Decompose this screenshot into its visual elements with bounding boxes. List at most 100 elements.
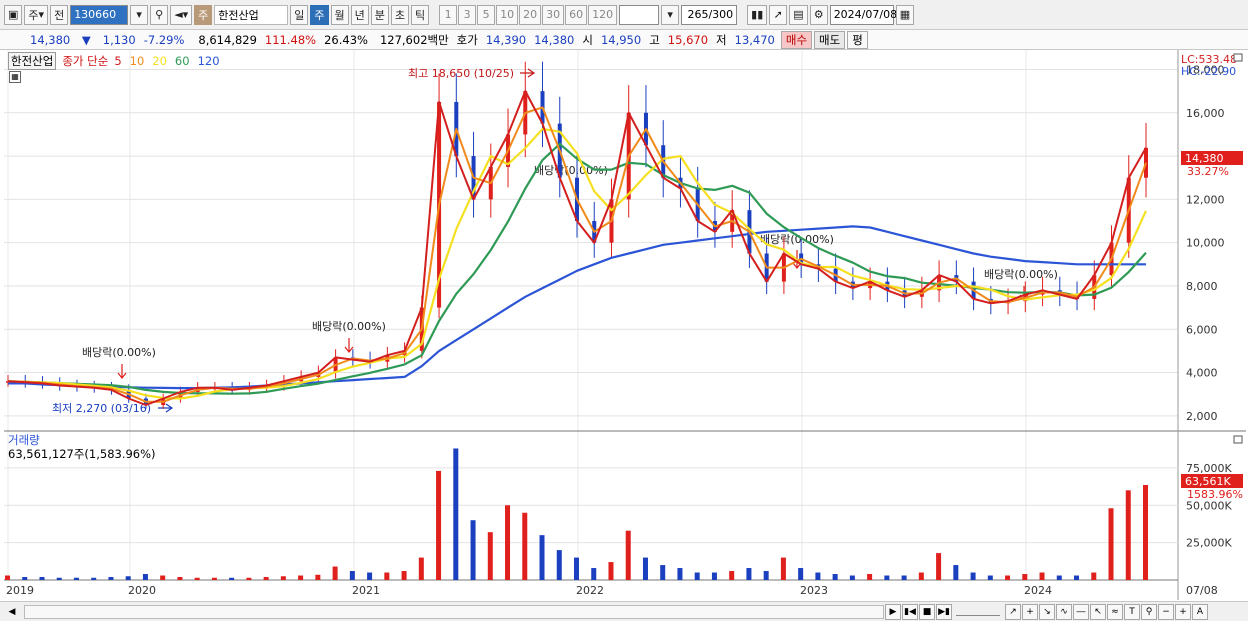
volume-bar: [1005, 575, 1011, 580]
hline-icon[interactable]: ―: [1073, 603, 1089, 620]
table-icon[interactable]: ▦: [9, 71, 21, 83]
scroll-right-icon[interactable]: ▶: [885, 603, 901, 620]
interval-tab[interactable]: 20: [519, 4, 542, 25]
x-last-label: 07/08: [1186, 584, 1218, 597]
price-pane-icon[interactable]: [1233, 53, 1243, 62]
eval-button[interactable]: 평: [847, 30, 868, 49]
zoom-slider[interactable]: [956, 608, 1000, 616]
window-icon[interactable]: ▣: [4, 4, 23, 25]
cursor-icon[interactable]: ↖: [1090, 603, 1106, 620]
speaker-icon[interactable]: ◄▾: [170, 4, 193, 25]
volume-title: 거래량: [8, 433, 40, 447]
volume-bar: [901, 575, 907, 580]
count-input[interactable]: 265/300: [681, 4, 738, 25]
dividend-annotation: 배당락(0.00%): [984, 268, 1058, 281]
plus-icon[interactable]: +: [1175, 603, 1191, 620]
price-value: 14,380: [30, 32, 71, 47]
calendar-icon[interactable]: ▦: [895, 4, 915, 25]
volume-bar: [884, 575, 890, 580]
volume-bar: [211, 577, 217, 580]
pane-close-icon[interactable]: [1233, 435, 1243, 444]
hc-label: HC:-22.90: [1181, 65, 1236, 78]
period-tab[interactable]: 틱: [411, 4, 430, 25]
candle-icon[interactable]: ▮▮: [747, 4, 768, 25]
period-tab[interactable]: 월: [330, 4, 349, 25]
bid2-value: 14,380: [534, 32, 575, 47]
interval-tab[interactable]: 1: [439, 4, 458, 25]
open-label: 시: [582, 32, 593, 47]
search-icon[interactable]: ⚲: [150, 4, 169, 25]
volume-bar: [91, 577, 97, 580]
first-icon[interactable]: ▮◀: [902, 603, 918, 620]
interval-dropdown-icon[interactable]: ▾: [661, 4, 680, 25]
scrollbar-track[interactable]: [24, 604, 884, 619]
font-icon[interactable]: A: [1192, 603, 1208, 620]
zoom-icon[interactable]: ⚲: [1141, 603, 1157, 620]
legend-ma-120: 120: [197, 54, 220, 68]
buy-button[interactable]: 매수: [780, 30, 813, 49]
interval-tab[interactable]: 3: [458, 4, 477, 25]
prev-button[interactable]: 전: [50, 4, 69, 25]
crosshair-icon[interactable]: +: [1022, 603, 1038, 620]
period-tab[interactable]: 일: [290, 4, 309, 25]
chart-svg[interactable]: 최고 18,650 (10/25) 최저 2,270 (03/16) 배당락(0.0…: [0, 50, 1248, 601]
market-select[interactable]: 주 ▾: [24, 4, 49, 25]
x-tick-label: 2019: [6, 584, 34, 597]
volume-bar: [591, 568, 597, 580]
price-tick-label: 12,000: [1186, 193, 1225, 206]
volume-bar: [436, 470, 442, 580]
save-icon[interactable]: ▤: [789, 4, 808, 25]
dividend-annotation: 배당락(0.00%): [312, 320, 386, 333]
last-icon[interactable]: ▶▮: [936, 603, 952, 620]
volume-bar: [780, 557, 786, 580]
volume-bar: [418, 557, 424, 580]
price-tick-label: 8,000: [1186, 280, 1218, 293]
dropdown-arrow-icon[interactable]: ▾: [130, 4, 149, 25]
volume-bar: [918, 572, 924, 580]
bid1-value: 14,390: [485, 32, 527, 47]
count-value: 265: [687, 8, 709, 21]
quote-price: 14,380 ▼: [0, 33, 99, 47]
volume-bar: [1143, 484, 1148, 580]
sell-button[interactable]: 매도: [814, 30, 846, 49]
legend-stock-name[interactable]: 한전산업: [8, 52, 57, 70]
interval-tab[interactable]: 5: [477, 4, 496, 25]
scroll-left-icon[interactable]: ◀: [4, 604, 20, 620]
volume-bar: [763, 571, 769, 580]
quote-change-pct: -7.29%: [143, 32, 185, 47]
date-input[interactable]: 2024/07/08: [829, 4, 897, 25]
market-label: 주: [28, 8, 39, 22]
code-input[interactable]: 130660: [70, 4, 129, 25]
count-total: /300: [708, 8, 734, 21]
interval-tab[interactable]: 30: [542, 4, 565, 25]
legend-ma-10: 10: [129, 54, 145, 68]
text-tool-icon[interactable]: T: [1124, 603, 1140, 620]
period-tab[interactable]: 주: [310, 4, 329, 25]
interval-tab[interactable]: 60: [565, 4, 588, 25]
period-tab[interactable]: 초: [390, 4, 410, 25]
minus-icon[interactable]: −: [1158, 603, 1174, 620]
zigzag-icon[interactable]: ∿: [1056, 603, 1072, 620]
volume-bar: [711, 572, 717, 580]
volume-bar: [1091, 572, 1097, 580]
low-value: 13,470: [734, 32, 775, 47]
line-tool-icon[interactable]: ➚: [769, 4, 788, 25]
interval-tab[interactable]: 120: [588, 4, 618, 25]
gear-icon[interactable]: ⚙: [809, 4, 828, 25]
price-tick-label: 6,000: [1186, 323, 1218, 336]
custom-interval-input[interactable]: [619, 4, 660, 25]
period-tab[interactable]: 년: [350, 4, 369, 25]
dividend-annotation: 배당락(0.00%): [82, 346, 156, 359]
trend-icon[interactable]: ↘: [1039, 603, 1055, 620]
quote-amount: 127,602백만: [379, 32, 449, 47]
interval-tab[interactable]: 10: [496, 4, 519, 25]
arrow-tool-icon[interactable]: ↗: [1005, 603, 1021, 620]
chart-area[interactable]: 최고 18,650 (10/25) 최저 2,270 (03/16) 배당락(0.0…: [0, 50, 1248, 604]
down-arrow-icon: ▼: [81, 32, 91, 47]
volume-bar: [453, 448, 459, 580]
period-tab[interactable]: 분: [370, 4, 389, 25]
fib-icon[interactable]: ≈: [1107, 603, 1123, 620]
period-tabs: 일주월년분초틱: [290, 4, 430, 25]
volume-bar: [5, 575, 10, 580]
stop-icon[interactable]: ■: [919, 603, 935, 620]
